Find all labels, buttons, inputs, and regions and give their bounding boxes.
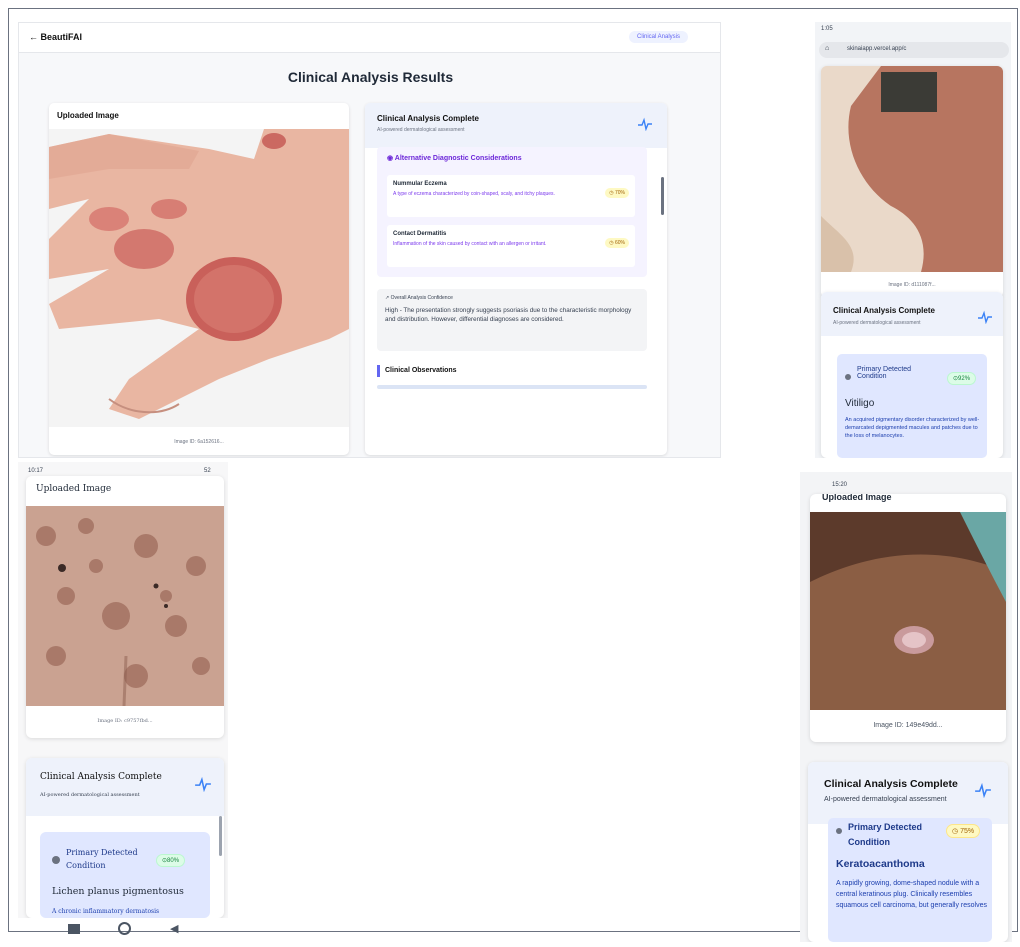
back-button[interactable]: ◀ bbox=[170, 922, 178, 935]
status-dot bbox=[836, 828, 842, 834]
page-title: Clinical Analysis Results bbox=[287, 69, 454, 85]
uploaded-image-card: Uploaded Image Image ID: c9757fbd... bbox=[26, 476, 224, 738]
home-button[interactable] bbox=[118, 922, 131, 935]
clock-icon: ◷ bbox=[952, 828, 961, 835]
confidence-badge: ⊙92% bbox=[947, 372, 977, 385]
url-text[interactable]: skinaiapp.vercel.app/c bbox=[847, 46, 906, 52]
scrollbar-thumb[interactable] bbox=[219, 816, 222, 856]
clinical-analysis-pill[interactable]: Clinical Analysis bbox=[629, 31, 689, 43]
analysis-title: Clinical Analysis Complete bbox=[833, 306, 935, 315]
observations-heading: Clinical Observations bbox=[385, 367, 457, 374]
probability-badge: ◷ 70% bbox=[605, 188, 629, 198]
analysis-card: Clinical Analysis Complete AI-powered de… bbox=[26, 758, 224, 918]
top-bar: ← BeautiFAI Clinical Analysis bbox=[19, 23, 720, 53]
alternative-item: Contact Dermatitis Inflammation of the s… bbox=[387, 225, 635, 267]
activity-icon bbox=[975, 782, 991, 798]
primary-condition-box: Primary Detected Condition ⊙80% Lichen p… bbox=[40, 832, 210, 918]
skin-photo-shoulder bbox=[810, 512, 1006, 710]
condition-desc: A rapidly growing, dome-shaped nodule wi… bbox=[836, 880, 987, 909]
desktop-window: ← BeautiFAI Clinical Analysis Clinical A… bbox=[18, 22, 721, 458]
uploaded-image-card: Uploaded Image Image ID: 6a152616... bbox=[49, 103, 349, 455]
confidence-text: High - The presentation strongly suggest… bbox=[385, 307, 632, 323]
uploaded-image-title: Uploaded Image bbox=[57, 111, 119, 120]
activity-icon bbox=[638, 117, 652, 131]
alternative-name: Nummular Eczema bbox=[393, 181, 447, 187]
alternative-item: Nummular Eczema A type of eczema charact… bbox=[387, 175, 635, 217]
alternatives-heading: ◉ Alternative Diagnostic Considerations bbox=[387, 155, 522, 162]
analysis-title: Clinical Analysis Complete bbox=[40, 772, 162, 782]
alternative-name: Contact Dermatitis bbox=[393, 231, 447, 237]
alternative-desc: A type of eczema characterized by coin-s… bbox=[393, 191, 555, 197]
condition-name: Lichen planus pigmentosus bbox=[52, 886, 184, 897]
analysis-subtitle: AI-powered dermatological assessment bbox=[377, 127, 465, 133]
uploaded-image-title: Uploaded Image bbox=[822, 494, 892, 502]
condition-desc: A chronic inflammatory dermatosis bbox=[52, 908, 160, 915]
overall-confidence: ↗ Overall Analysis Confidence High - The… bbox=[377, 289, 647, 351]
status-dot bbox=[845, 374, 851, 380]
status-dot bbox=[52, 856, 60, 864]
phone-bottom-left: 10:17 52 Uploaded Image Image ID: c9757f… bbox=[18, 462, 228, 918]
condition-name: Keratoacanthoma bbox=[836, 858, 925, 870]
confidence-badge: ◷ 75% bbox=[946, 824, 981, 838]
analysis-card: Clinical Analysis Complete AI-powered de… bbox=[821, 292, 1003, 458]
condition-desc: An acquired pigmentary disorder characte… bbox=[845, 417, 980, 439]
analysis-card: Clinical Analysis Complete AI-powered de… bbox=[808, 762, 1008, 942]
primary-condition-box: Primary Detected Condition ◷ 75% Keratoa… bbox=[828, 818, 992, 942]
analysis-header: Clinical Analysis Complete AI-powered de… bbox=[365, 103, 667, 148]
analysis-title: Clinical Analysis Complete bbox=[824, 778, 958, 790]
skin-photo-hand bbox=[49, 129, 349, 427]
battery-level: 52 bbox=[204, 468, 211, 474]
primary-condition-box: Primary Detected Condition ⊙92% Vitiligo… bbox=[837, 354, 987, 458]
primary-label: Primary Detected Condition bbox=[848, 822, 923, 847]
phone-top-right: 1:05 ⌂ skinaiapp.vercel.app/c Image ID: … bbox=[815, 22, 1011, 458]
recent-apps-button[interactable] bbox=[68, 924, 80, 934]
analysis-subtitle: AI-powered dermatological assessment bbox=[40, 792, 140, 798]
url-bar[interactable]: ⌂ skinaiapp.vercel.app/c bbox=[819, 42, 1009, 58]
condition-name: Vitiligo bbox=[845, 398, 875, 409]
phone-bottom-right: 15:20 Uploaded Image Image ID: 149e49dd.… bbox=[800, 472, 1012, 942]
skin-photo-face bbox=[821, 66, 1003, 272]
eye-icon: ◉ bbox=[387, 155, 395, 162]
status-time: 15:20 bbox=[832, 482, 848, 488]
status-time: 1:05 bbox=[821, 26, 833, 32]
image-id: Image ID: c9757fbd... bbox=[97, 718, 153, 724]
alternative-diagnoses: ◉ Alternative Diagnostic Considerations … bbox=[377, 147, 647, 277]
home-icon[interactable]: ⌂ bbox=[825, 45, 829, 52]
back-brand-link[interactable]: ← BeautiFAI bbox=[29, 32, 82, 42]
analysis-subtitle: AI-powered dermatological assessment bbox=[824, 796, 947, 803]
analysis-title: Clinical Analysis Complete bbox=[377, 114, 479, 123]
image-id: Image ID: 6a152616... bbox=[174, 439, 224, 445]
section-marker bbox=[377, 365, 380, 377]
confidence-label: ↗ Overall Analysis Confidence bbox=[385, 295, 453, 301]
confidence-badge: ⊙80% bbox=[156, 854, 186, 867]
primary-label: Primary Detected Condition bbox=[857, 366, 912, 380]
analysis-subtitle: AI-powered dermatological assessment bbox=[833, 320, 921, 326]
scrollbar-thumb[interactable] bbox=[661, 177, 664, 215]
probability-badge: ◷ 60% bbox=[605, 238, 629, 248]
analysis-card: Clinical Analysis Complete AI-powered de… bbox=[365, 103, 667, 455]
uploaded-image-title: Uploaded Image bbox=[36, 484, 112, 494]
uploaded-image-card: Uploaded Image Image ID: 149e49dd... bbox=[810, 494, 1006, 742]
activity-icon bbox=[195, 776, 211, 792]
image-id: Image ID: 149e49dd... bbox=[873, 722, 943, 729]
uploaded-image-card: Image ID: d111087f... bbox=[821, 66, 1003, 298]
image-id: Image ID: d111087f... bbox=[888, 282, 936, 288]
activity-icon bbox=[978, 310, 992, 324]
observations-panel bbox=[377, 385, 647, 389]
alternative-desc: Inflammation of the skin caused by conta… bbox=[393, 241, 547, 247]
status-time: 10:17 bbox=[28, 468, 44, 474]
primary-label: Primary Detected Condition bbox=[66, 848, 138, 870]
skin-photo-back bbox=[26, 506, 224, 707]
